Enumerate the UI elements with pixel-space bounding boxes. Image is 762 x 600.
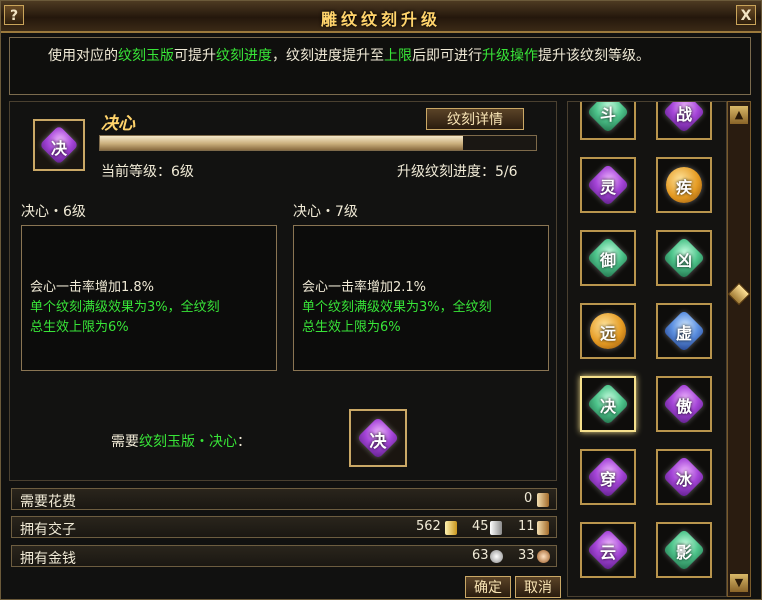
detail-button[interactable]: 纹刻详情: [426, 108, 524, 130]
notice-text: 后即可进行: [412, 48, 482, 64]
glyph-cell[interactable]: 傲: [656, 376, 712, 432]
glyph-cell[interactable]: 凶: [656, 230, 712, 286]
gem-glyph: 灵: [599, 178, 616, 197]
jiaozi-copper-value: 11: [518, 519, 535, 534]
cost-row: 需要花费 0: [11, 488, 557, 510]
gem-glyph: 穿: [599, 470, 616, 489]
upgrade-window: ? 雕纹纹刻升级 X 使用对应的纹刻玉版可提升纹刻进度，纹刻进度提升至上限后即可…: [0, 0, 762, 600]
gold-ingot-icon: [445, 521, 457, 535]
notice-text: 提升该纹刻等级。: [538, 48, 650, 64]
notice-text: ，纹刻进度提升至: [272, 48, 384, 64]
silver-coin-icon: [490, 550, 503, 563]
gem-glyph: 云: [599, 543, 616, 562]
window-title: 雕纹纹刻升级: [320, 10, 441, 29]
close-button[interactable]: X: [736, 5, 756, 25]
gem-glyph: 凶: [675, 251, 692, 270]
glyph-cell[interactable]: 影: [656, 522, 712, 578]
required-item-slot[interactable]: 决: [349, 409, 407, 467]
money-label: 拥有金钱: [20, 551, 76, 567]
glyph-cell[interactable]: 冰: [656, 449, 712, 505]
title-bar[interactable]: ? 雕纹纹刻升级 X: [1, 1, 761, 33]
glyph-cell[interactable]: 决: [580, 376, 636, 432]
gem-glyph: 御: [599, 251, 616, 270]
glyph-cell[interactable]: 御: [580, 230, 636, 286]
gem-glyph: 虚: [675, 324, 692, 343]
money-silver-value: 63: [472, 548, 489, 563]
effect-line: 单个纹刻满级效果为3%，全纹刻: [302, 300, 492, 315]
skill-icon-slot[interactable]: 决: [33, 119, 85, 171]
jiaozi-label: 拥有交子: [20, 522, 76, 538]
gem-glyph: 远: [599, 324, 616, 343]
copper-coin-icon: [537, 550, 550, 563]
current-level: 当前等级：6级: [101, 164, 194, 180]
effect-line: 会心一击率增加1.8%: [30, 280, 155, 295]
notice-highlight: 纹刻进度: [216, 48, 272, 64]
gem-glyph: 傲: [675, 397, 692, 416]
notice-text: 使用对应的: [48, 48, 118, 64]
instruction-notice: 使用对应的纹刻玉版可提升纹刻进度，纹刻进度提升至上限后即可进行升级操作提升该纹刻…: [9, 37, 751, 95]
scroll-down-button[interactable]: ▼: [730, 574, 748, 592]
notice-highlight: 上限: [384, 48, 412, 64]
gem-glyph: 冰: [675, 470, 692, 489]
gem-glyph: 决: [599, 397, 616, 416]
gem-glyph: 决: [50, 139, 67, 158]
effect-line: 总生效上限为6%: [302, 320, 401, 335]
gem-glyph: 战: [675, 105, 692, 124]
gem-glyph: 决: [369, 432, 387, 452]
glyph-list[interactable]: 斗 战灵 疾御 凶远 虚决 傲穿 冰云 影: [567, 101, 727, 597]
gem-glyph: 斗: [599, 105, 616, 124]
copper-ingot-icon: [537, 521, 549, 535]
jiaozi-silver-value: 45: [472, 519, 489, 534]
glyph-cell[interactable]: 云: [580, 522, 636, 578]
progress-bar: [99, 135, 537, 151]
scrollbar[interactable]: ▲ ▼: [727, 101, 751, 597]
next-effect-box: 会心一击率增加2.1% 单个纹刻满级效果为3%，全纹刻 总生效上限为6%: [293, 225, 549, 371]
glyph-cell[interactable]: 疾: [656, 157, 712, 213]
next-level-header: 决心・7级: [293, 204, 358, 220]
cost-label: 需要花费: [20, 494, 76, 510]
notice-highlight: 升级操作: [482, 48, 538, 64]
effect-line: 单个纹刻满级效果为3%，全纹刻: [30, 300, 220, 315]
requirement-label: 需要纹刻玉版・决心：: [111, 431, 251, 451]
effect-line: 总生效上限为6%: [30, 320, 129, 335]
cancel-button[interactable]: 取消: [515, 576, 561, 598]
requirement-text: 需要: [111, 434, 139, 450]
jiaozi-row: 拥有交子 562 45 11: [11, 516, 557, 538]
scroll-thumb[interactable]: [727, 282, 751, 306]
upgrade-progress: 升级纹刻进度：5/6: [397, 164, 518, 180]
confirm-button[interactable]: 确定: [465, 576, 511, 598]
glyph-cell[interactable]: 虚: [656, 303, 712, 359]
money-copper-value: 33: [518, 548, 535, 563]
current-effect-box: 会心一击率增加1.8% 单个纹刻满级效果为3%，全纹刻 总生效上限为6%: [21, 225, 277, 371]
glyph-cell[interactable]: 战: [656, 102, 712, 140]
effect-line: 会心一击率增加2.1%: [302, 280, 427, 295]
glyph-cell[interactable]: 穿: [580, 449, 636, 505]
money-row: 拥有金钱 63 33: [11, 545, 557, 567]
scroll-up-button[interactable]: ▲: [730, 106, 748, 124]
glyph-cell[interactable]: 远: [580, 303, 636, 359]
gem-glyph: 影: [675, 543, 692, 562]
glyph-cell[interactable]: 灵: [580, 157, 636, 213]
requirement-text: ：: [237, 434, 251, 450]
current-level-header: 决心・6级: [21, 204, 86, 220]
requirement-item: 纹刻玉版・决心: [139, 434, 237, 450]
copper-ingot-icon: [537, 493, 549, 507]
notice-text: 可提升: [174, 48, 216, 64]
skill-name: 决心: [101, 114, 135, 134]
jiaozi-gold-value: 562: [416, 519, 441, 534]
glyph-cell[interactable]: 斗: [580, 102, 636, 140]
silver-ingot-icon: [490, 521, 502, 535]
notice-highlight: 纹刻玉版: [118, 48, 174, 64]
cost-value: 0: [524, 491, 533, 506]
progress-fill: [100, 136, 464, 150]
gem-glyph: 疾: [675, 178, 692, 197]
